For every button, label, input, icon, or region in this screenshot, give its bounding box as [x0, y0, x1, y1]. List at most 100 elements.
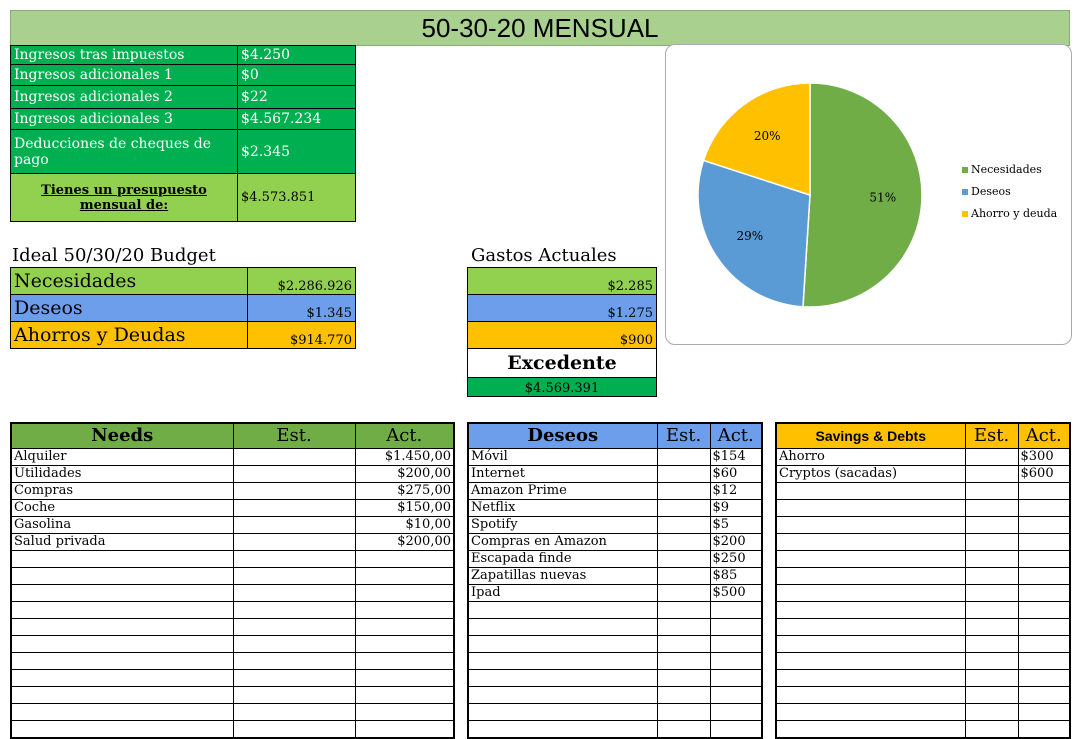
item-est[interactable]: [656, 618, 711, 636]
item-est[interactable]: [232, 618, 356, 636]
item-name[interactable]: [10, 703, 234, 721]
item-act[interactable]: [709, 703, 763, 721]
item-name[interactable]: [775, 499, 966, 517]
item-name[interactable]: [775, 720, 966, 739]
ideal-label-wants[interactable]: Deseos: [10, 294, 248, 322]
item-est[interactable]: [232, 601, 356, 619]
item-est[interactable]: [656, 635, 711, 653]
item-act[interactable]: [1017, 567, 1071, 585]
item-name[interactable]: [467, 703, 658, 721]
item-est[interactable]: [232, 448, 356, 466]
item-act[interactable]: [1017, 652, 1071, 670]
item-name[interactable]: [10, 652, 234, 670]
item-est[interactable]: [232, 482, 356, 500]
item-est[interactable]: [964, 482, 1019, 500]
item-name[interactable]: [775, 686, 966, 704]
item-est[interactable]: [656, 516, 711, 534]
total-label[interactable]: Tienes un presupuesto mensual de:: [10, 173, 238, 222]
item-est[interactable]: [232, 669, 356, 687]
item-est[interactable]: [656, 465, 711, 483]
item-act[interactable]: [354, 601, 455, 619]
item-act[interactable]: $600: [1017, 465, 1071, 483]
item-act[interactable]: [709, 669, 763, 687]
item-act[interactable]: [354, 686, 455, 704]
item-est[interactable]: [656, 652, 711, 670]
item-est[interactable]: [964, 601, 1019, 619]
item-name[interactable]: [775, 652, 966, 670]
item-est[interactable]: [656, 703, 711, 721]
item-act[interactable]: [354, 567, 455, 585]
item-est[interactable]: [656, 482, 711, 500]
item-act[interactable]: $1.450,00: [354, 448, 455, 466]
income-value[interactable]: $4.567.234: [237, 108, 356, 130]
item-act[interactable]: [1017, 499, 1071, 517]
item-act[interactable]: [1017, 516, 1071, 534]
item-name[interactable]: [775, 703, 966, 721]
item-act[interactable]: $9: [709, 499, 763, 517]
item-act[interactable]: $250: [709, 550, 763, 568]
income-value[interactable]: $0: [237, 64, 356, 86]
item-act[interactable]: [709, 618, 763, 636]
item-name[interactable]: [775, 516, 966, 534]
ideal-label-needs[interactable]: Necesidades: [10, 267, 248, 295]
income-label[interactable]: Ingresos tras impuestos: [10, 45, 238, 65]
item-name[interactable]: Salud privada: [10, 533, 234, 551]
item-act[interactable]: [1017, 550, 1071, 568]
item-name[interactable]: [10, 584, 234, 602]
item-name[interactable]: Escapada finde: [467, 550, 658, 568]
item-est[interactable]: [656, 669, 711, 687]
item-name[interactable]: [467, 635, 658, 653]
item-act[interactable]: [1017, 720, 1071, 739]
item-est[interactable]: [232, 550, 356, 568]
item-name[interactable]: [10, 635, 234, 653]
item-est[interactable]: [964, 652, 1019, 670]
item-act[interactable]: $85: [709, 567, 763, 585]
item-est[interactable]: [964, 567, 1019, 585]
item-name[interactable]: [775, 533, 966, 551]
item-act[interactable]: [709, 601, 763, 619]
ideal-value-needs[interactable]: $2.286.926: [246, 267, 357, 295]
item-act[interactable]: [1017, 618, 1071, 636]
income-label[interactable]: Ingresos adicionales 2: [10, 85, 238, 109]
item-est[interactable]: [232, 720, 356, 739]
item-name[interactable]: Utilidades: [10, 465, 234, 483]
item-act[interactable]: $150,00: [354, 499, 455, 517]
total-value[interactable]: $4.573.851: [237, 173, 356, 222]
item-est[interactable]: [964, 533, 1019, 551]
item-name[interactable]: [775, 550, 966, 568]
item-est[interactable]: [656, 448, 711, 466]
item-name[interactable]: Móvil: [467, 448, 658, 466]
item-act[interactable]: [1017, 601, 1071, 619]
item-act[interactable]: $200,00: [354, 533, 455, 551]
item-act[interactable]: [709, 652, 763, 670]
item-name[interactable]: [10, 669, 234, 687]
item-name[interactable]: Ahorro: [775, 448, 966, 466]
actual-value-wants[interactable]: $1.275: [467, 294, 657, 322]
item-name[interactable]: [467, 652, 658, 670]
item-act[interactable]: [354, 550, 455, 568]
item-name[interactable]: Netflix: [467, 499, 658, 517]
income-label[interactable]: Deducciones de cheques de pago: [10, 129, 238, 174]
item-est[interactable]: [964, 584, 1019, 602]
item-est[interactable]: [656, 584, 711, 602]
item-act[interactable]: $12: [709, 482, 763, 500]
item-name[interactable]: Gasolina: [10, 516, 234, 534]
item-act[interactable]: [354, 584, 455, 602]
item-est[interactable]: [656, 550, 711, 568]
item-est[interactable]: [964, 516, 1019, 534]
item-est[interactable]: [656, 567, 711, 585]
item-est[interactable]: [656, 601, 711, 619]
item-act[interactable]: $154: [709, 448, 763, 466]
item-est[interactable]: [232, 703, 356, 721]
item-act[interactable]: [354, 635, 455, 653]
item-name[interactable]: Compras en Amazon: [467, 533, 658, 551]
item-act[interactable]: [709, 686, 763, 704]
item-est[interactable]: [232, 499, 356, 517]
item-name[interactable]: Internet: [467, 465, 658, 483]
item-est[interactable]: [232, 516, 356, 534]
surplus-label[interactable]: Excedente: [467, 348, 657, 378]
item-act[interactable]: $60: [709, 465, 763, 483]
item-name[interactable]: Spotify: [467, 516, 658, 534]
item-est[interactable]: [964, 720, 1019, 739]
item-name[interactable]: Alquiler: [10, 448, 234, 466]
